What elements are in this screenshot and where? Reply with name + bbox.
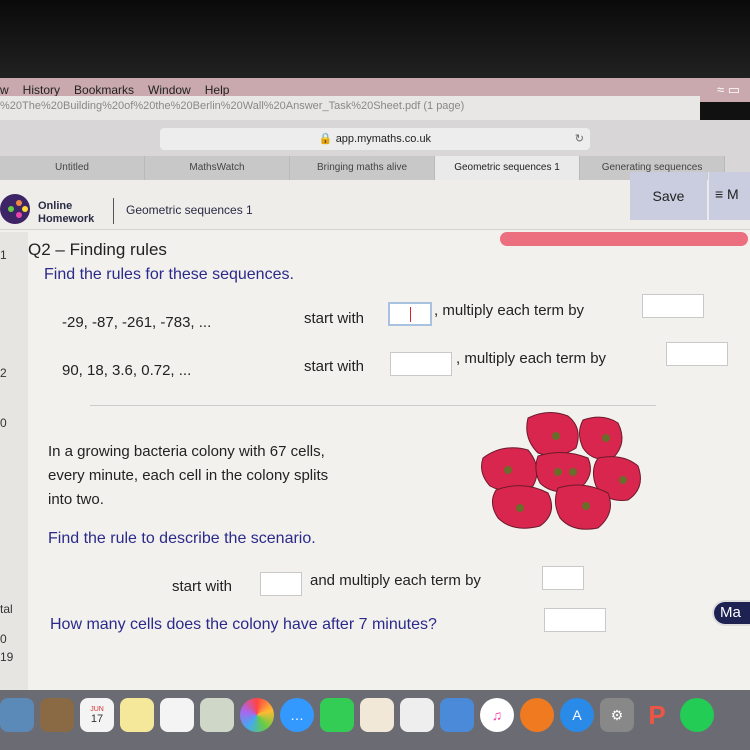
sidebar-total-score: 0 [0, 632, 7, 646]
reminders-icon[interactable] [160, 698, 194, 732]
scenario-text: In a growing bacteria colony with 67 cel… [48, 443, 329, 508]
lock-icon: 🔒 [318, 133, 333, 145]
rule-start-input[interactable] [260, 572, 302, 596]
menu-button[interactable]: ≡ M [708, 172, 750, 220]
keynote-icon[interactable] [440, 698, 474, 732]
browser-chrome: 🔒 app.mymaths.co.uk ↻ Untitled MathsWatc… [0, 120, 750, 180]
brand: Online Homework [38, 200, 94, 226]
mult-label-2: , multiply each term by [456, 350, 607, 367]
menu-window[interactable]: Window [148, 83, 191, 97]
start-input-1[interactable] [388, 302, 432, 326]
screen-bezel [0, 0, 750, 80]
bacteria-illustration [481, 412, 641, 530]
sidebar-item-1[interactable]: 1 [0, 248, 7, 262]
text-caret [410, 307, 411, 322]
sidebar-item-2[interactable]: 2 [0, 366, 7, 380]
tab-untitled[interactable]: Untitled [0, 156, 145, 180]
mult-input-2[interactable] [666, 342, 728, 366]
site-header: Online Homework Geometric sequences 1 Sav… [0, 172, 750, 230]
cell [526, 412, 579, 457]
menu-history[interactable]: History [23, 83, 60, 97]
cell [579, 416, 623, 460]
tab-geometric-sequences[interactable]: Geometric sequences 1 [435, 156, 580, 180]
brand-line2: Homework [38, 213, 95, 225]
start-label-2: start with [304, 358, 365, 375]
sequence-1: -29, -87, -261, -783, ... [62, 314, 212, 331]
breadcrumb: Geometric sequences 1 [126, 203, 253, 217]
pages-icon[interactable] [360, 698, 394, 732]
start-label-1: start with [304, 310, 365, 327]
system-preferences-icon[interactable]: ⚙ [600, 698, 634, 732]
menu-view[interactable]: w [0, 83, 9, 97]
tab-mathswatch[interactable]: MathsWatch [145, 156, 290, 180]
sequence-2: 90, 18, 3.6, 0.72, ... [62, 362, 192, 379]
numbers-icon[interactable] [400, 698, 434, 732]
rule-mult-input[interactable] [542, 566, 584, 590]
dock: JUN 17 … ♫ A ⚙ P [0, 690, 750, 750]
sidebar-total-label: tal [0, 602, 13, 616]
spotify-icon[interactable] [680, 698, 714, 732]
mult-input-1[interactable] [642, 294, 704, 318]
question-sidebar: 1 2 0 tal 0 19 [0, 232, 28, 690]
answer-input[interactable] [544, 608, 606, 632]
header-divider [113, 198, 114, 224]
sidebar-score: 0 [0, 416, 7, 430]
page: Online Homework Geometric sequences 1 Sav… [0, 172, 750, 690]
wifi-icon[interactable]: ≈ ▭ [717, 82, 740, 98]
address-bar[interactable]: 🔒 app.mymaths.co.uk ↻ [160, 128, 590, 150]
menu-bookmarks[interactable]: Bookmarks [74, 83, 134, 97]
start-input-2[interactable] [390, 352, 452, 376]
calendar-month: JUN [90, 705, 104, 713]
corner-button[interactable]: Ma [712, 600, 750, 626]
brand-line1: Online [38, 200, 73, 212]
mymaths-logo [0, 194, 30, 224]
rule-mult-label: and multiply each term by [310, 572, 481, 589]
messages-icon[interactable]: … [280, 698, 314, 732]
question-content: Q2 – Finding rules Find the rules for th… [28, 232, 750, 690]
question-title: Q2 – Finding rules [28, 240, 167, 259]
powerpoint-icon[interactable]: P [640, 698, 674, 732]
photos-icon[interactable] [240, 698, 274, 732]
mult-label-1: , multiply each term by [434, 302, 585, 319]
save-button[interactable]: Save [630, 172, 707, 220]
reload-icon[interactable]: ↻ [575, 128, 584, 150]
notes-icon[interactable] [120, 698, 154, 732]
rule-start-label: start with [172, 578, 233, 595]
finder-icon[interactable] [0, 698, 34, 732]
contacts-icon[interactable] [40, 698, 74, 732]
ibooks-icon[interactable] [520, 698, 554, 732]
calendar-icon[interactable]: JUN 17 [80, 698, 114, 732]
section-divider [90, 405, 656, 406]
find-rule-text: Find the rule to describe the scenario. [48, 530, 316, 547]
sidebar-total-max: 19 [0, 650, 14, 664]
instruction: Find the rules for these sequences. [44, 266, 294, 283]
app-store-icon[interactable]: A [560, 698, 594, 732]
url-text: app.mymaths.co.uk [335, 133, 432, 145]
menu-help[interactable]: Help [205, 83, 230, 97]
facetime-icon[interactable] [320, 698, 354, 732]
itunes-icon[interactable]: ♫ [480, 698, 514, 732]
preview-icon[interactable] [200, 698, 234, 732]
tab-bringing-maths-alive[interactable]: Bringing maths alive [290, 156, 435, 180]
calendar-day: 17 [90, 712, 104, 725]
how-many-text: How many cells does the colony have afte… [50, 616, 437, 633]
